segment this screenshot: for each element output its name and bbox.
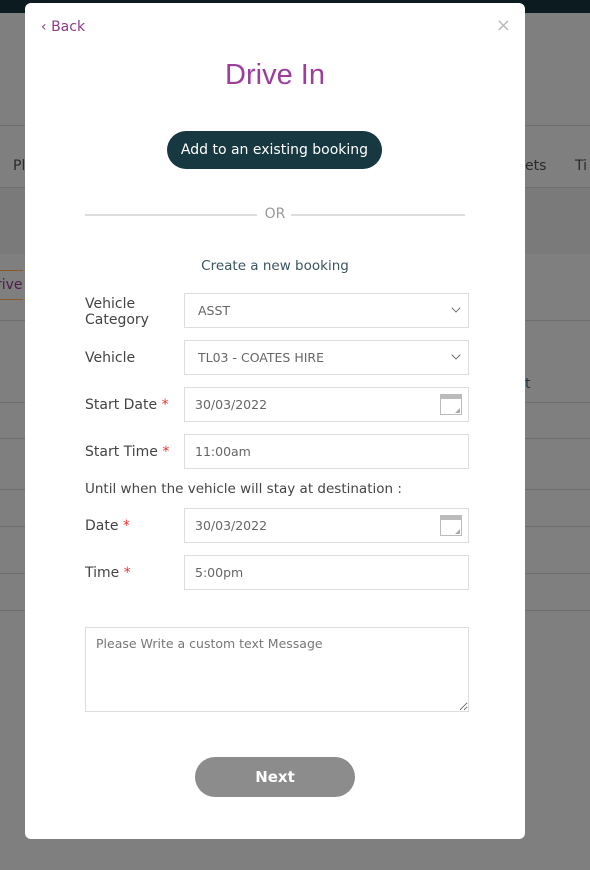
bg-side-tab: rive xyxy=(0,270,23,300)
start-date-input[interactable]: 30/03/2022 xyxy=(184,387,469,422)
chevron-left-icon: ‹ xyxy=(41,19,52,35)
calendar-icon[interactable] xyxy=(440,515,462,536)
bg-column: t xyxy=(525,376,531,392)
until-label: Until when the vehicle will stay at dest… xyxy=(85,481,402,497)
back-link[interactable]: ‹ Back xyxy=(41,19,85,35)
vehicle-category-label: Vehicle Category xyxy=(85,296,149,328)
vehicle-select[interactable]: TL03 - COATES HIRE xyxy=(184,340,469,375)
end-time-input[interactable]: 5:00pm xyxy=(184,555,469,590)
end-time-label: Time * xyxy=(85,565,131,581)
modal-title: Drive In xyxy=(225,59,325,91)
start-date-label: Start Date * xyxy=(85,397,169,413)
custom-message-textarea[interactable] xyxy=(85,627,469,712)
chevron-down-icon xyxy=(451,303,461,313)
bg-tab: Pl xyxy=(13,158,26,174)
drive-in-modal: ‹ Back × Drive In Add to an existing boo… xyxy=(25,3,525,839)
start-time-label: Start Time * xyxy=(85,444,170,460)
chevron-down-icon xyxy=(451,350,461,360)
create-booking-heading: Create a new booking xyxy=(201,258,349,274)
close-icon[interactable]: × xyxy=(496,15,511,36)
end-date-label: Date * xyxy=(85,518,130,534)
next-button[interactable]: Next xyxy=(195,757,355,797)
end-date-input[interactable]: 30/03/2022 xyxy=(184,508,469,543)
bg-tab: Ti xyxy=(575,158,588,174)
add-to-existing-booking-button[interactable]: Add to an existing booking xyxy=(167,131,382,169)
bg-tab: ets xyxy=(525,158,547,174)
calendar-icon[interactable] xyxy=(440,394,462,415)
or-label: OR xyxy=(264,206,286,222)
vehicle-category-select[interactable]: ASST xyxy=(184,293,469,328)
vehicle-label: Vehicle xyxy=(85,350,136,366)
start-time-input[interactable]: 11:00am xyxy=(184,434,469,469)
